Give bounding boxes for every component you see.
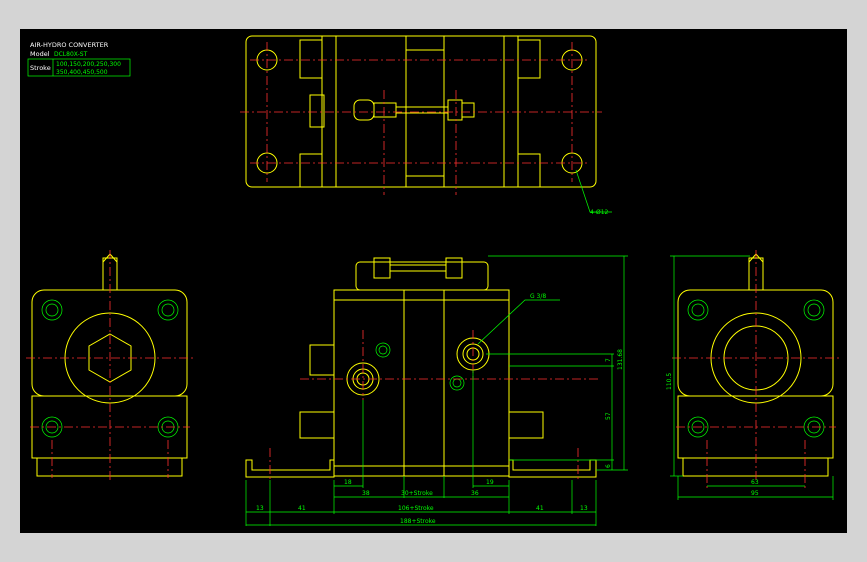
port-leader: [477, 299, 560, 345]
dim-41-left: 41: [298, 505, 306, 512]
dim-57: 57: [605, 412, 612, 420]
stroke-label: Stroke: [30, 64, 51, 72]
dim-36: 36: [471, 490, 479, 497]
dim-38: 38: [362, 490, 370, 497]
dim-63: 63: [751, 479, 759, 486]
left-side-view: [26, 250, 193, 482]
dim-95: 95: [751, 490, 759, 497]
dim-13-left: 13: [256, 505, 264, 512]
dim-19: 19: [486, 479, 494, 486]
top-base-plate: [245, 35, 597, 188]
title-block: AIR-HYDRO CONVERTER Model DCL80X-ST Stro…: [27, 41, 131, 77]
front-view: G 3/8 13 41 18 38 30+Stroke 19 36 41 13 …: [245, 255, 628, 526]
top-view: 4-Ø12: [240, 35, 612, 216]
dim-110-5: 110.5: [666, 373, 673, 390]
dim-131-68: 131.68: [617, 349, 624, 370]
dim-30-stroke: 30+Stroke: [401, 490, 433, 497]
stroke-values-1: 100,150,200,250,300: [56, 61, 121, 68]
cad-drawing: AIR-HYDRO CONVERTER Model DCL80X-ST Stro…: [26, 35, 839, 526]
stroke-values-2: 350,400,450,500: [56, 69, 108, 76]
model-value: DCL80X-ST: [54, 51, 88, 58]
front-body-left: [333, 289, 405, 477]
dim-188-stroke: 188+Stroke: [400, 518, 436, 525]
model-label: Model: [30, 50, 50, 58]
dim-18: 18: [344, 479, 352, 486]
right-side-view: 110.5 63 95: [666, 250, 839, 500]
dim-13-right: 13: [580, 505, 588, 512]
dim-6: 6: [605, 464, 612, 468]
holes-leader: [575, 169, 612, 213]
dim-41-right: 41: [536, 505, 544, 512]
holes-callout: 4-Ø12: [590, 209, 609, 216]
port-callout: G 3/8: [530, 293, 546, 300]
dim-7: 7: [605, 358, 612, 362]
front-body-right: [443, 289, 510, 477]
dim-106-stroke: 106+Stroke: [398, 505, 434, 512]
drawing-title: AIR-HYDRO CONVERTER: [30, 41, 109, 49]
